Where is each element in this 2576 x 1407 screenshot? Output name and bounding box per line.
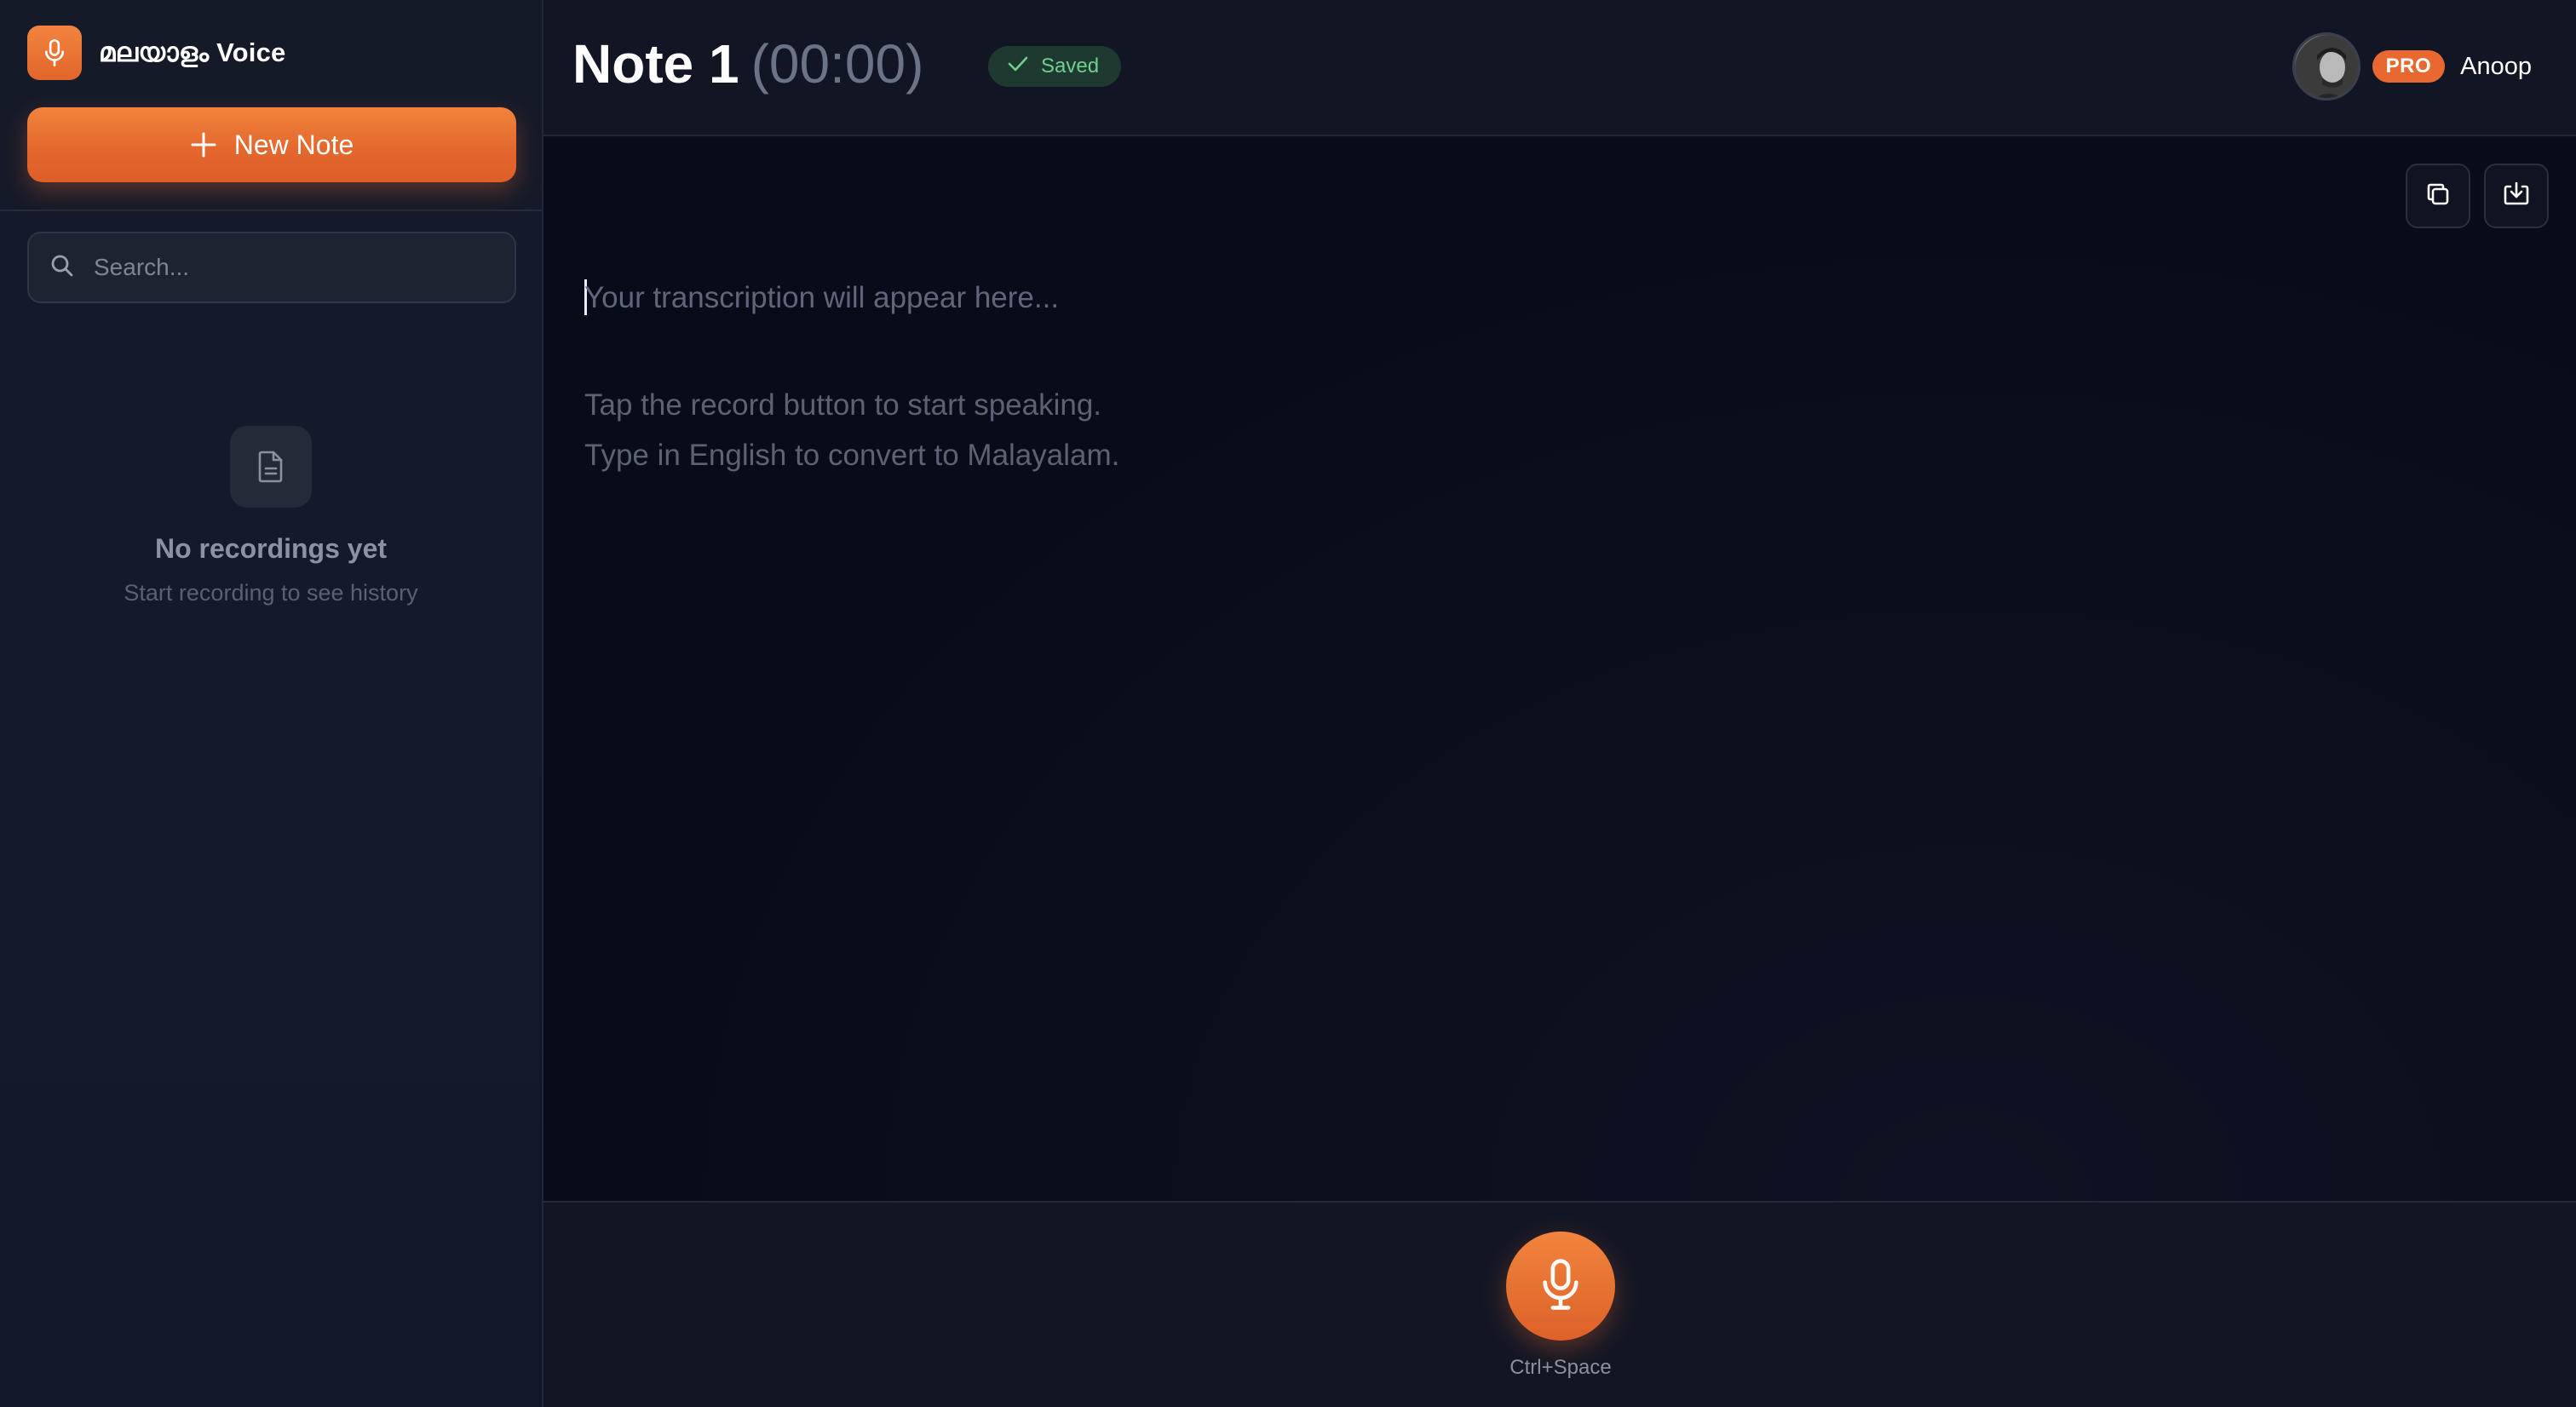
note-title[interactable]: Note 1 (00:00) <box>572 32 923 95</box>
saved-status-badge: Saved <box>988 46 1122 87</box>
record-shortcut-hint: Ctrl+Space <box>1509 1356 1612 1379</box>
mic-logo-icon <box>27 26 82 80</box>
header: Note 1 (00:00) Saved PRO Anoop <box>543 0 2576 136</box>
saved-status-label: Saved <box>1041 55 1100 78</box>
check-icon <box>1007 55 1029 79</box>
note-title-text: Note 1 <box>572 33 739 95</box>
new-note-button[interactable]: New Note <box>27 107 516 182</box>
transcription-placeholder: Your transcription will appear here... <box>584 281 1060 314</box>
main-area: Note 1 (00:00) Saved PRO Anoop Your tran… <box>543 0 2576 1407</box>
download-icon <box>2501 180 2532 213</box>
empty-subtitle: Start recording to see history <box>124 580 418 606</box>
copy-icon <box>2424 180 2452 213</box>
microphone-icon <box>1537 1257 1584 1316</box>
sidebar-divider <box>0 210 542 211</box>
pro-badge: PRO <box>2372 50 2446 83</box>
app-window: മലയാളം Voice New Note Search... No recor… <box>0 0 2576 1407</box>
document-icon <box>230 426 312 508</box>
empty-history: No recordings yet Start recording to see… <box>0 426 542 606</box>
sidebar: മലയാളം Voice New Note Search... No recor… <box>0 0 543 1407</box>
empty-title: No recordings yet <box>154 533 388 564</box>
search-box[interactable] <box>27 232 516 303</box>
note-timer: (00:00) <box>750 33 924 95</box>
download-button[interactable] <box>2484 164 2549 228</box>
user-menu[interactable]: PRO Anoop <box>2291 32 2532 100</box>
brand-name: മലയാളം Voice <box>99 37 286 67</box>
search-icon <box>49 253 75 283</box>
search-input[interactable] <box>94 254 503 281</box>
record-bar: Ctrl+Space <box>543 1201 2576 1407</box>
brand: മലയാളം Voice <box>27 26 285 80</box>
record-button[interactable] <box>1506 1232 1615 1341</box>
hint-line: Type in English to convert to Malayalam. <box>584 439 1120 472</box>
username: Anoop <box>2460 52 2532 80</box>
hint-line: Tap the record button to start speaking. <box>584 388 1102 422</box>
transcription-editor[interactable]: Your transcription will appear here... T… <box>543 138 2576 1201</box>
copy-button[interactable] <box>2406 164 2470 228</box>
plus-icon <box>190 131 217 158</box>
editor-hint: Tap the record button to start speaking.… <box>584 380 1119 480</box>
new-note-label: New Note <box>233 129 354 160</box>
avatar[interactable] <box>2291 32 2360 100</box>
